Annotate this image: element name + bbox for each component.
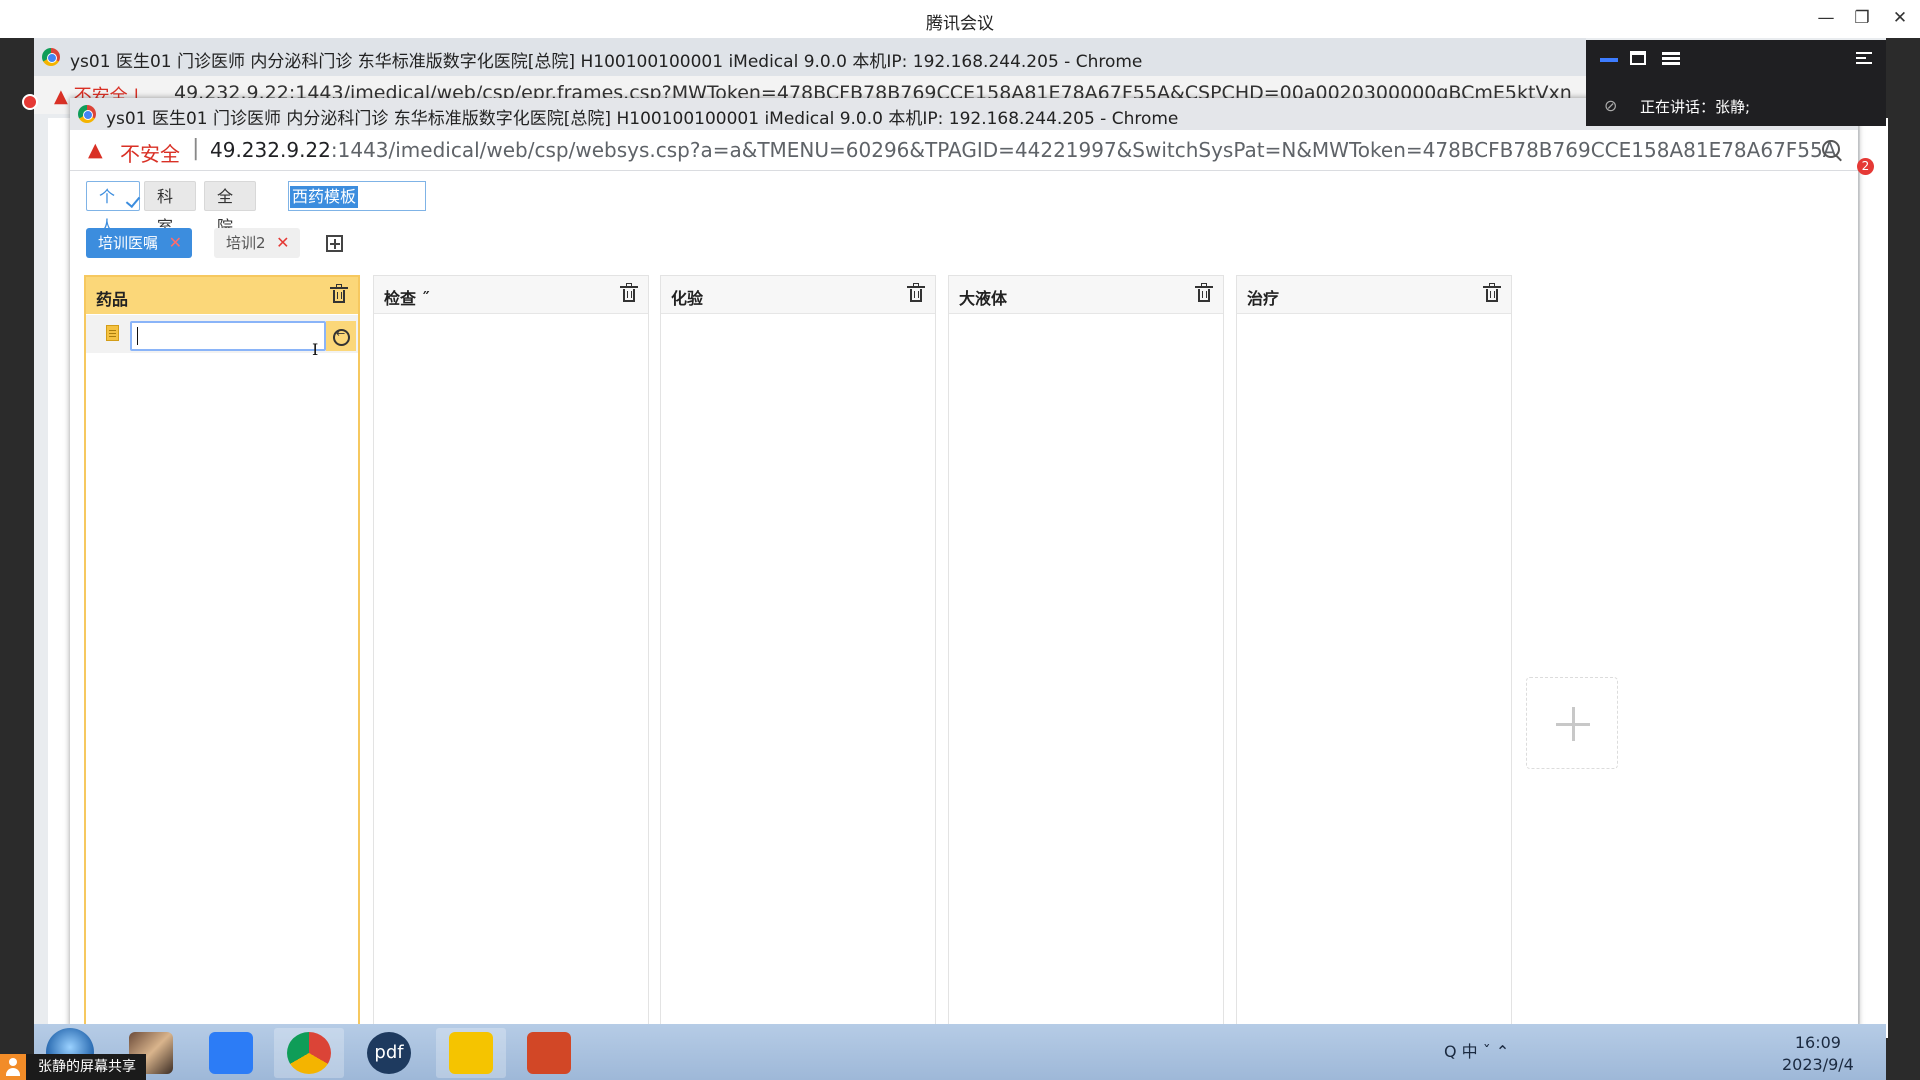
chrome-icon bbox=[78, 105, 96, 123]
address-separator: | bbox=[192, 136, 200, 161]
minimize-icon[interactable] bbox=[1600, 58, 1618, 62]
column-title: 药品 bbox=[96, 290, 129, 309]
background-right-panel bbox=[1860, 118, 1888, 1038]
text-cursor-icon: I bbox=[312, 340, 319, 359]
trash-icon[interactable] bbox=[1483, 283, 1501, 302]
meeting-title-bar: 腾讯会议 — ❐ ✕ bbox=[0, 0, 1920, 38]
foreground-browser-window: ys01 医生01 门诊医师 内分泌科门诊 东华标准版数字化医院[总院] H10… bbox=[70, 98, 1858, 1035]
arrow-circle-icon bbox=[333, 327, 350, 346]
template-name-value: 西药模板 bbox=[290, 186, 359, 208]
column-title: 检查 ˝ bbox=[384, 289, 430, 308]
restore-icon[interactable]: ❐ bbox=[1848, 6, 1876, 30]
template-name-input[interactable]: 西药模板 bbox=[288, 181, 426, 211]
meeting-title: 腾讯会议 bbox=[926, 14, 994, 34]
close-icon[interactable]: ✕ bbox=[276, 228, 289, 258]
taskbar-pdf[interactable]: pdf bbox=[354, 1028, 424, 1078]
zoom-icon[interactable] bbox=[1822, 140, 1840, 158]
insecure-label[interactable]: 不安全 bbox=[120, 138, 180, 167]
clock-date: 2023/9/4 bbox=[1782, 1055, 1854, 1074]
column-drugs: 药品 I bbox=[84, 275, 360, 1035]
url-host: 49.232.9.22 bbox=[210, 138, 331, 162]
wechat-icon bbox=[449, 1032, 493, 1074]
column-header: 检查 ˝ bbox=[374, 276, 648, 314]
screen-share-text: 张静的屏幕共享 bbox=[38, 1059, 136, 1075]
column-header: 大液体 bbox=[949, 276, 1223, 314]
screen-share-label: 张静的屏幕共享 bbox=[0, 1054, 146, 1080]
taskbar: pdf Q 中 ˇ ⌃ 16:09 2023/9/4 bbox=[34, 1024, 1886, 1080]
close-icon[interactable]: ✕ bbox=[1886, 6, 1914, 30]
notification-badge: 2 bbox=[1857, 158, 1874, 175]
taskbar-powerpoint[interactable] bbox=[514, 1028, 584, 1078]
trash-icon[interactable] bbox=[907, 283, 925, 302]
list-icon[interactable] bbox=[1662, 52, 1680, 66]
clock-time: 16:09 bbox=[1794, 1033, 1841, 1052]
taskbar-wechat[interactable] bbox=[436, 1028, 506, 1078]
column-title: 化验 bbox=[671, 289, 704, 308]
window-title: ys01 医生01 门诊医师 内分泌科门诊 东华标准版数字化医院[总院] H10… bbox=[106, 109, 1179, 129]
chrome-icon bbox=[287, 1032, 331, 1074]
recording-indicator-icon bbox=[22, 94, 38, 110]
column-iv-fluids: 大液体 bbox=[948, 275, 1224, 1035]
confirm-entry-button[interactable] bbox=[326, 321, 356, 351]
drug-entry-row: I bbox=[86, 315, 358, 359]
powerpoint-icon bbox=[527, 1032, 571, 1074]
drug-search-input[interactable] bbox=[130, 321, 326, 351]
trash-icon[interactable] bbox=[330, 284, 348, 303]
scope-tab-department[interactable]: 科室 bbox=[144, 181, 196, 236]
column-title: 大液体 bbox=[959, 289, 1008, 308]
url-text[interactable]: 49.232.9.22:1443/imedical/web/csp/websys… bbox=[210, 138, 1836, 162]
tencent-meeting-icon bbox=[209, 1032, 253, 1074]
warning-icon[interactable]: ▲ bbox=[88, 139, 103, 161]
more-icon[interactable] bbox=[1856, 52, 1874, 66]
column-exams: 检查 ˝ bbox=[373, 275, 649, 1035]
scope-tab-personal[interactable]: 个人 bbox=[86, 181, 140, 236]
column-header: 治疗 bbox=[1237, 276, 1511, 314]
person-icon bbox=[0, 1054, 26, 1080]
background-left-panel bbox=[48, 118, 71, 1038]
mic-muted-icon[interactable]: ⊘ bbox=[1604, 96, 1617, 115]
add-template-icon[interactable] bbox=[326, 235, 343, 252]
taskbar-tencent-meeting[interactable] bbox=[196, 1028, 266, 1078]
speaking-status: 正在讲话：张静; bbox=[1640, 98, 1751, 116]
taskbar-chrome[interactable] bbox=[274, 1028, 344, 1078]
template-chip-label: 培训医嘱 bbox=[98, 234, 159, 252]
trash-icon[interactable] bbox=[1195, 283, 1213, 302]
scope-tab-hospital[interactable]: 全院 bbox=[204, 181, 256, 236]
template-chip-label: 培训2 bbox=[226, 234, 266, 252]
pdf-icon: pdf bbox=[367, 1032, 411, 1074]
window-icon[interactable] bbox=[1630, 51, 1646, 65]
note-icon bbox=[106, 325, 119, 341]
add-column-button[interactable] bbox=[1526, 677, 1618, 769]
taskbar-clock[interactable]: 16:09 2023/9/4 bbox=[1782, 1032, 1854, 1076]
chrome-icon bbox=[42, 48, 60, 66]
minimize-icon[interactable]: — bbox=[1812, 6, 1840, 30]
template-chip-training-2[interactable]: 培训2 ✕ bbox=[214, 228, 300, 258]
url-path: :1443/imedical/web/csp/websys.csp?a=a&TM… bbox=[330, 138, 1837, 162]
template-chip-training-orders[interactable]: 培训医嘱 ✕ bbox=[86, 228, 193, 258]
order-template-editor: 个人 科室 全院 西药模板 培训医嘱 ✕ 培训2 ✕ 药品 ← I 检查 ˝ 化… bbox=[70, 171, 1858, 1035]
column-treatment: 治疗 bbox=[1236, 275, 1512, 1035]
system-tray[interactable]: Q 中 ˇ ⌃ bbox=[1444, 1038, 1509, 1062]
address-bar[interactable]: ▲ 不安全 | 49.232.9.22:1443/imedical/web/cs… bbox=[70, 130, 1858, 171]
column-title: 治疗 bbox=[1247, 289, 1280, 308]
close-icon[interactable]: ✕ bbox=[169, 228, 182, 258]
column-lab-tests: 化验 bbox=[660, 275, 936, 1035]
trash-icon[interactable] bbox=[620, 283, 638, 302]
meeting-speaker-panel: ⊘ 正在讲话：张静; bbox=[1586, 40, 1886, 126]
background-window-titlebar: ys01 医生01 门诊医师 内分泌科门诊 东华标准版数字化医院[总院] H10… bbox=[34, 38, 1586, 76]
column-header: 药品 bbox=[86, 277, 358, 314]
column-header: 化验 bbox=[661, 276, 935, 314]
background-window-title: ys01 医生01 门诊医师 内分泌科门诊 东华标准版数字化医院[总院] H10… bbox=[70, 52, 1143, 72]
